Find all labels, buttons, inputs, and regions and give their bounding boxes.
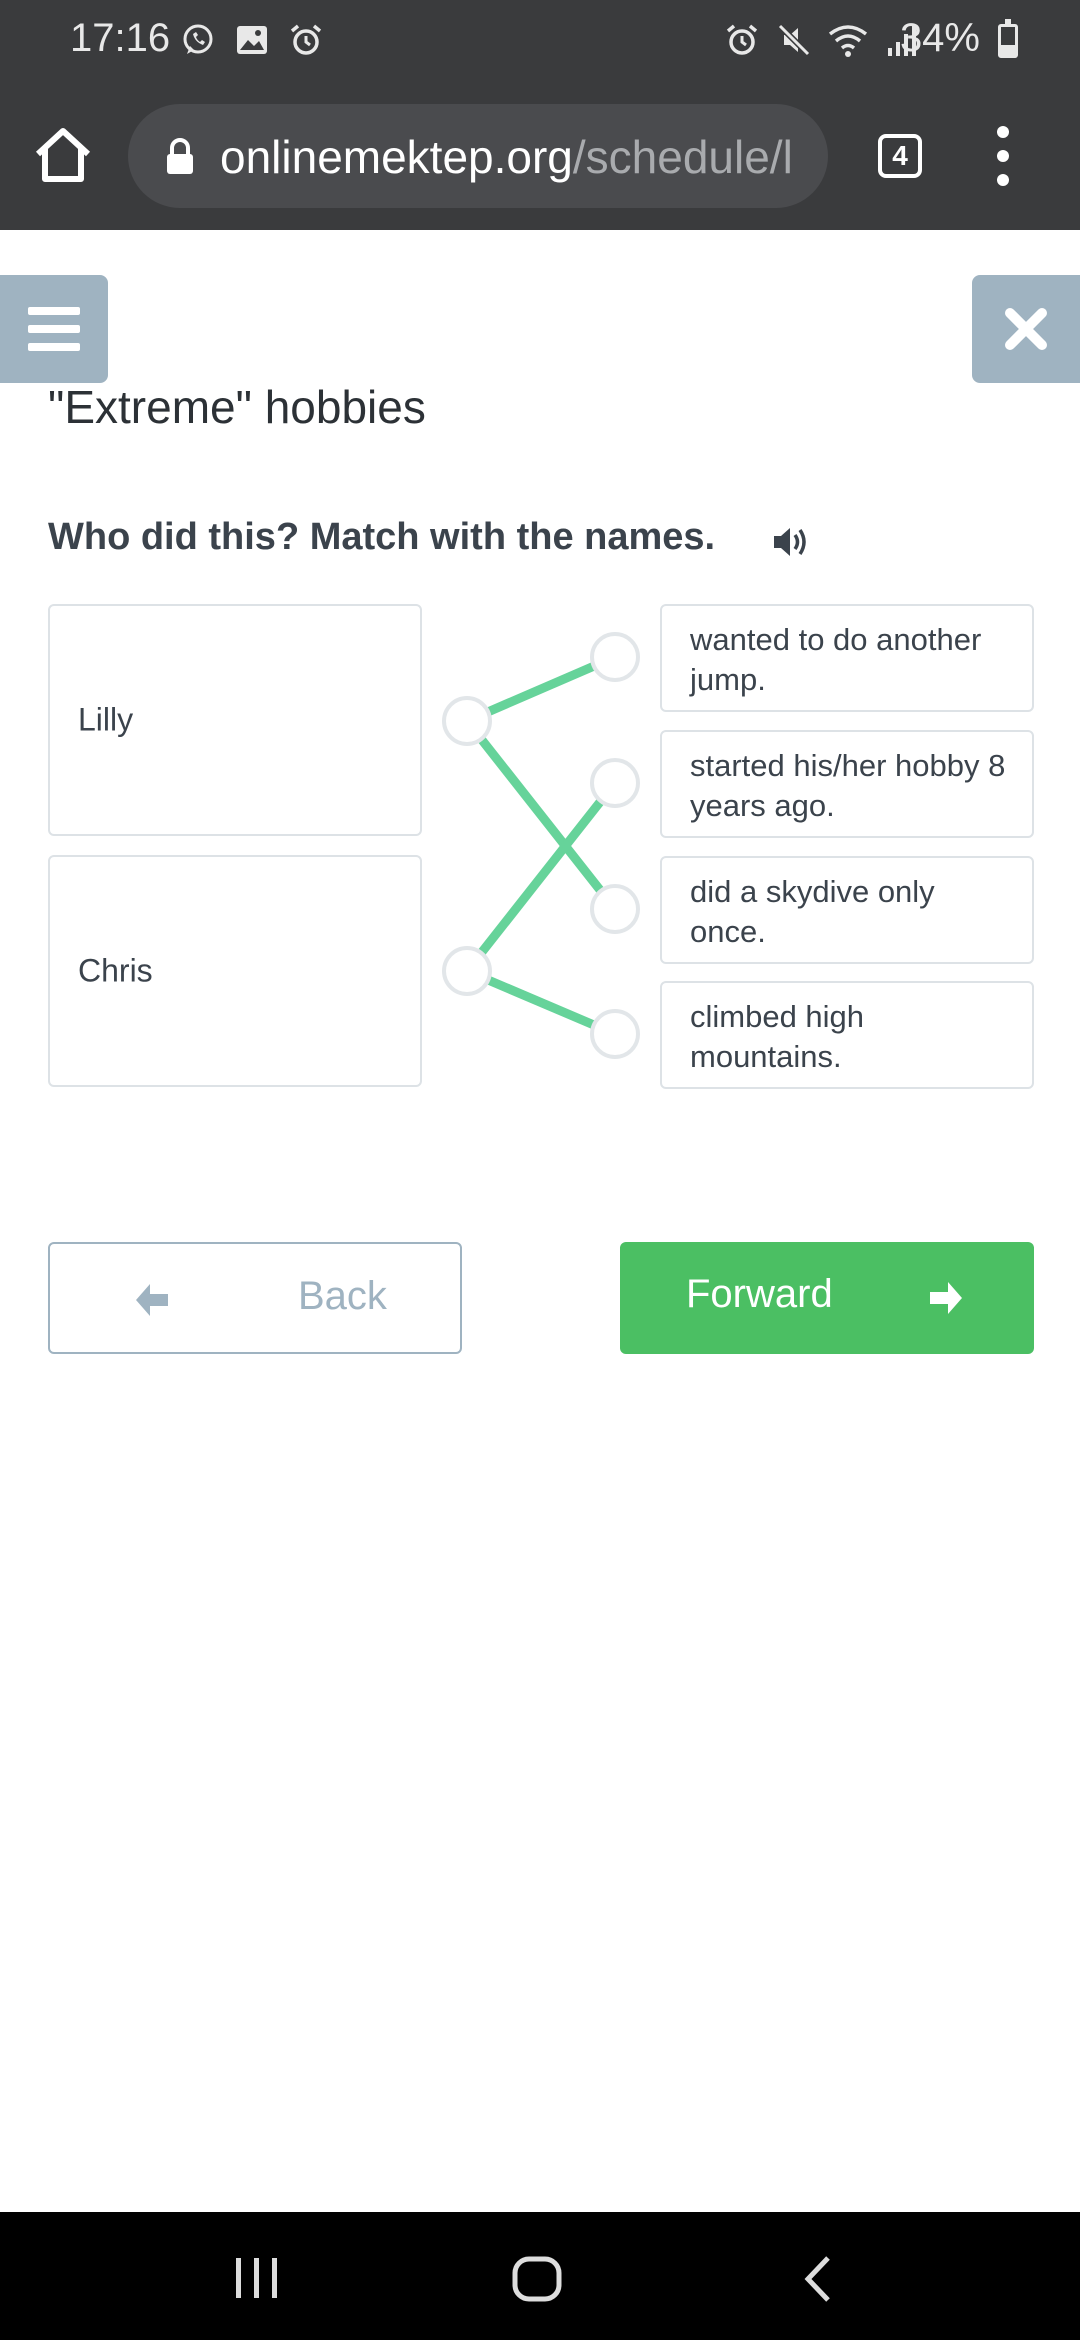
option-card[interactable]: wanted to do another jump. [660, 604, 1034, 712]
whatsapp-icon [183, 24, 213, 54]
status-bar: 17:16 34% [0, 0, 1080, 82]
name-connector-dot[interactable] [442, 946, 492, 996]
lock-icon [167, 138, 193, 174]
option-connector-dot[interactable] [590, 758, 640, 808]
url-text: onlinemektep.org/schedule/l [220, 130, 793, 184]
page-title: "Extreme" hobbies [48, 381, 426, 433]
status-time: 17:16 [70, 16, 171, 60]
forward-label: Forward [686, 1272, 833, 1316]
battery-icon [998, 19, 1018, 58]
tab-switcher-button[interactable]: 4 [878, 134, 922, 178]
back-nav-icon[interactable] [800, 2254, 836, 2304]
mute-icon [777, 23, 811, 57]
alarm-icon [726, 24, 758, 55]
forward-button[interactable]: Forward [620, 1242, 1034, 1354]
home-nav-icon[interactable] [512, 2256, 562, 2302]
speaker-icon[interactable] [770, 520, 814, 564]
gallery-icon [237, 26, 267, 54]
arrow-right-icon [930, 1282, 962, 1314]
match-lines [463, 652, 619, 1039]
home-icon[interactable] [30, 122, 96, 188]
question-instruction: Who did this? Match with the names. [48, 516, 716, 558]
system-nav-bar [0, 2212, 1080, 2340]
url-domain: onlinemektep.org [220, 131, 573, 183]
name-card-chris[interactable]: Chris [48, 855, 422, 1087]
name-card-lilly[interactable]: Lilly [48, 604, 422, 836]
close-button[interactable] [972, 275, 1080, 383]
menu-button[interactable] [0, 275, 108, 383]
browser-toolbar: onlinemektep.org/schedule/l 4 [0, 82, 1080, 230]
option-connector-dot[interactable] [590, 1009, 640, 1059]
close-icon [1005, 308, 1047, 350]
option-connector-dot[interactable] [590, 632, 640, 682]
alarm-icon [290, 24, 322, 55]
match-line [463, 718, 619, 912]
option-card[interactable]: climbed high mountains. [660, 981, 1034, 1089]
notification-icons [180, 22, 324, 58]
option-connector-dot[interactable] [590, 884, 640, 934]
option-card[interactable]: did a skydive only once. [660, 856, 1034, 964]
more-options-icon[interactable] [996, 126, 1010, 186]
address-bar[interactable]: onlinemektep.org/schedule/l [128, 104, 828, 208]
name-label: Lilly [78, 701, 134, 738]
name-connector-dot[interactable] [442, 696, 492, 746]
match-line [463, 780, 619, 974]
arrow-left-icon [136, 1284, 168, 1316]
back-button[interactable]: Back [48, 1242, 462, 1354]
system-icons [724, 22, 920, 58]
option-card[interactable]: started his/her hobby 8 years ago. [660, 730, 1034, 838]
wifi-icon [828, 25, 868, 57]
recent-apps-icon[interactable] [234, 2256, 280, 2300]
battery-percent: 34% [899, 16, 980, 60]
url-path: /schedule/l [572, 131, 793, 183]
name-label: Chris [78, 952, 153, 989]
back-label: Back [298, 1274, 387, 1318]
